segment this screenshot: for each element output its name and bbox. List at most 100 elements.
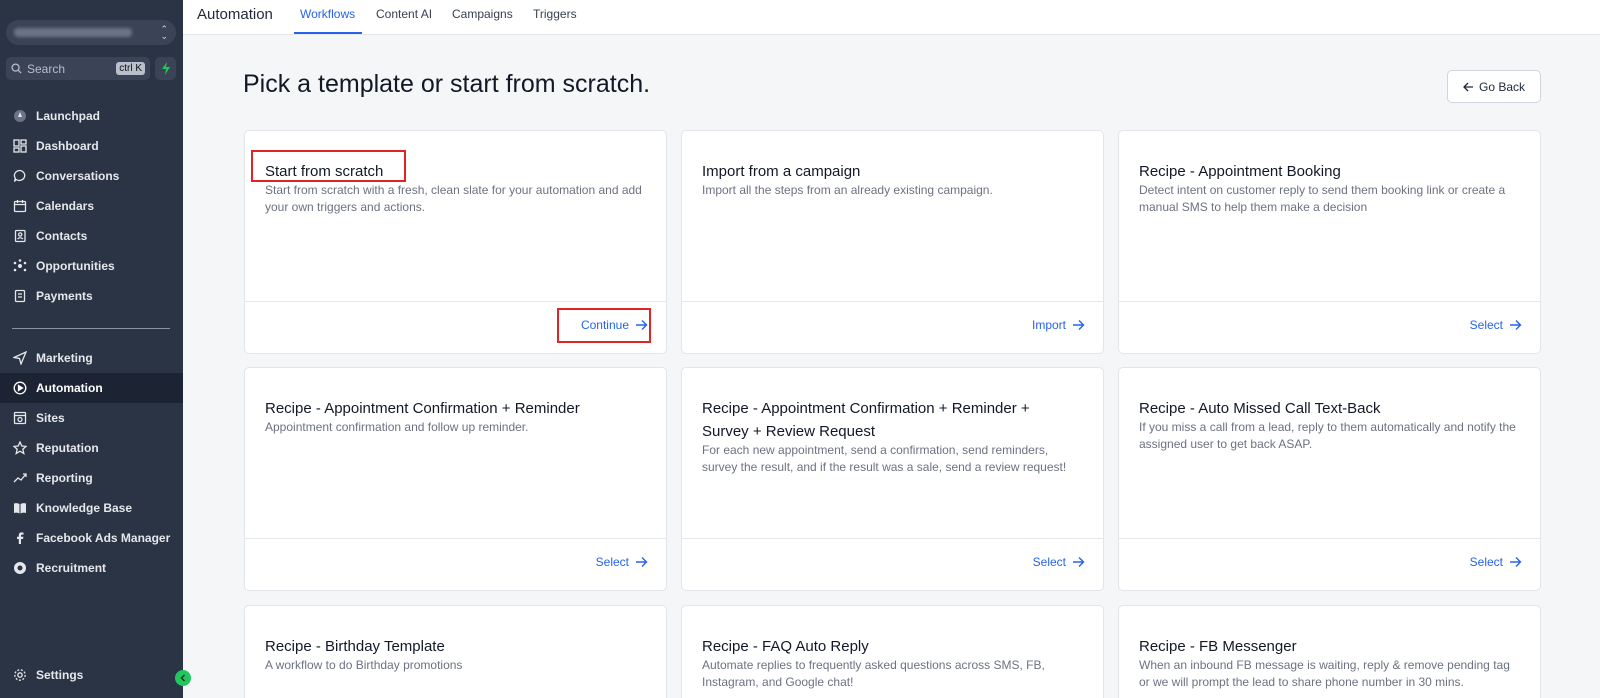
- sidebar-item-label: Launchpad: [36, 109, 101, 123]
- sidebar-item-label: Facebook Ads Manager: [36, 531, 171, 545]
- sidebar-item-label: Marketing: [36, 351, 93, 365]
- card-title: Recipe - Appointment Confirmation + Remi…: [702, 400, 1030, 440]
- opportunities-icon: [12, 258, 28, 274]
- sidebar-divider: [12, 328, 170, 329]
- sidebar-item-knowledge-base[interactable]: Knowledge Base: [0, 493, 183, 523]
- sidebar-item-automation[interactable]: Automation: [0, 373, 183, 403]
- sidebar-item-label: Settings: [36, 668, 84, 682]
- sidebar-item-payments[interactable]: Payments: [0, 281, 183, 311]
- card-title: Import from a campaign: [702, 163, 861, 180]
- sidebar-item-label: Automation: [36, 381, 103, 395]
- sidebar-item-label: Recruitment: [36, 561, 107, 575]
- go-back-label: Go Back: [1478, 79, 1526, 94]
- action-label: Select: [1032, 555, 1066, 569]
- arrow-right-icon: [1073, 557, 1085, 567]
- card-title: Recipe - Appointment Booking: [1139, 163, 1341, 180]
- search-icon: [11, 63, 22, 74]
- sidebar-item-sites[interactable]: Sites: [0, 403, 183, 433]
- tab-content-ai[interactable]: Content AI: [376, 7, 432, 21]
- trend-icon: [12, 470, 28, 486]
- calendar-icon: [12, 198, 28, 214]
- highlight-box-continue-button: [557, 308, 651, 343]
- sidebar-item-calendars[interactable]: Calendars: [0, 191, 183, 221]
- template-card-import-from-campaign[interactable]: Import from a campaign Import all the st…: [681, 130, 1104, 354]
- card-title: Recipe - FB Messenger: [1139, 638, 1297, 655]
- book-icon: [12, 500, 28, 516]
- card-title: Recipe - Appointment Confirmation + Remi…: [265, 400, 580, 417]
- contacts-icon: [12, 228, 28, 244]
- tab-triggers[interactable]: Triggers: [533, 7, 577, 21]
- card-footer: Import: [682, 301, 1103, 353]
- sidebar-item-label: Calendars: [36, 199, 95, 213]
- chevron-updown-icon: ⌃ ⌄: [160, 23, 168, 41]
- sidebar-item-marketing[interactable]: Marketing: [0, 343, 183, 373]
- sidebar-item-label: Opportunities: [36, 259, 115, 273]
- sidebar-item-dashboard[interactable]: Dashboard: [0, 131, 183, 161]
- sidebar-item-label: Knowledge Base: [36, 501, 133, 515]
- search-shortcut: ctrl K: [116, 62, 145, 75]
- template-card-auto-missed-call[interactable]: Recipe - Auto Missed Call Text-Back If y…: [1118, 367, 1541, 591]
- arrow-right-icon: [1510, 557, 1522, 567]
- card-footer: Select: [245, 538, 666, 590]
- quick-action-button[interactable]: [155, 57, 176, 80]
- template-card-appointment-booking[interactable]: Recipe - Appointment Booking Detect inte…: [1118, 130, 1541, 354]
- sidebar-item-opportunities[interactable]: Opportunities: [0, 251, 183, 281]
- card-description: Import all the steps from an already exi…: [702, 183, 993, 197]
- sidebar-item-label: Contacts: [36, 229, 88, 243]
- sidebar-item-label: Reputation: [36, 441, 99, 455]
- card-title: Recipe - FAQ Auto Reply: [702, 638, 869, 655]
- tab-workflows[interactable]: Workflows: [300, 7, 355, 21]
- card-footer: Select: [682, 538, 1103, 590]
- card-description: A workflow to do Birthday promotions: [265, 658, 463, 672]
- target-icon: [12, 560, 28, 576]
- card-description: If you miss a call from a lead, reply to…: [1139, 420, 1516, 451]
- sidebar-item-label: Conversations: [36, 169, 120, 183]
- dashboard-icon: [12, 138, 28, 154]
- sidebar: ⌃ ⌄ Search ctrl K Launchpad Dashboard Con…: [0, 0, 183, 698]
- page-title: Automation: [197, 6, 273, 23]
- sidebar-item-launchpad[interactable]: Launchpad: [0, 101, 183, 131]
- arrow-right-icon: [636, 557, 648, 567]
- template-card-birthday[interactable]: Recipe - Birthday Template A workflow to…: [244, 605, 667, 698]
- sidebar-item-reporting[interactable]: Reporting: [0, 463, 183, 493]
- sidebar-item-recruitment[interactable]: Recruitment: [0, 553, 183, 583]
- card-description: Automate replies to frequently asked que…: [702, 658, 1045, 689]
- card-title: Recipe - Birthday Template: [265, 638, 445, 655]
- sidebar-item-label: Dashboard: [36, 139, 99, 153]
- lightning-icon: [161, 62, 170, 75]
- tab-campaigns[interactable]: Campaigns: [452, 7, 513, 21]
- select-button[interactable]: Select: [1033, 555, 1085, 569]
- sidebar-item-settings[interactable]: Settings: [0, 660, 183, 690]
- select-button[interactable]: Select: [596, 555, 648, 569]
- sidebar-item-contacts[interactable]: Contacts: [0, 221, 183, 251]
- location-switcher[interactable]: ⌃ ⌄: [6, 20, 176, 45]
- sidebar-item-label: Reporting: [36, 471, 93, 485]
- sidebar-item-conversations[interactable]: Conversations: [0, 161, 183, 191]
- template-card-fb-messenger[interactable]: Recipe - FB Messenger When an inbound FB…: [1118, 605, 1541, 698]
- main-heading: Pick a template or start from scratch.: [243, 70, 651, 98]
- card-description: For each new appointment, send a confirm…: [702, 443, 1067, 474]
- go-back-button[interactable]: Go Back: [1447, 70, 1541, 103]
- action-label: Import: [1031, 318, 1066, 332]
- arrow-right-icon: [1510, 320, 1522, 330]
- import-button[interactable]: Import: [1032, 318, 1085, 332]
- sidebar-item-reputation[interactable]: Reputation: [0, 433, 183, 463]
- sites-icon: [12, 410, 28, 426]
- search-placeholder: Search: [27, 61, 66, 76]
- search-input[interactable]: Search ctrl K: [6, 57, 150, 80]
- collapse-sidebar-button[interactable]: [175, 670, 191, 686]
- select-button[interactable]: Select: [1470, 318, 1522, 332]
- action-label: Select: [595, 555, 629, 569]
- rocket-icon: [12, 108, 28, 124]
- sidebar-item-label: Payments: [36, 289, 93, 303]
- action-label: Select: [1469, 555, 1503, 569]
- select-button[interactable]: Select: [1470, 555, 1522, 569]
- payments-icon: [12, 288, 28, 304]
- template-card-appointment-confirmation-reminder[interactable]: Recipe - Appointment Confirmation + Remi…: [244, 367, 667, 591]
- card-title: Recipe - Auto Missed Call Text-Back: [1139, 400, 1381, 417]
- template-card-appointment-confirmation-survey-review[interactable]: Recipe - Appointment Confirmation + Remi…: [681, 367, 1104, 591]
- template-card-faq-auto-reply[interactable]: Recipe - FAQ Auto Reply Automate replies…: [681, 605, 1104, 698]
- sidebar-item-facebook-ads-manager[interactable]: Facebook Ads Manager: [0, 523, 183, 553]
- automation-icon: [12, 380, 28, 396]
- active-tab-indicator: [294, 32, 362, 34]
